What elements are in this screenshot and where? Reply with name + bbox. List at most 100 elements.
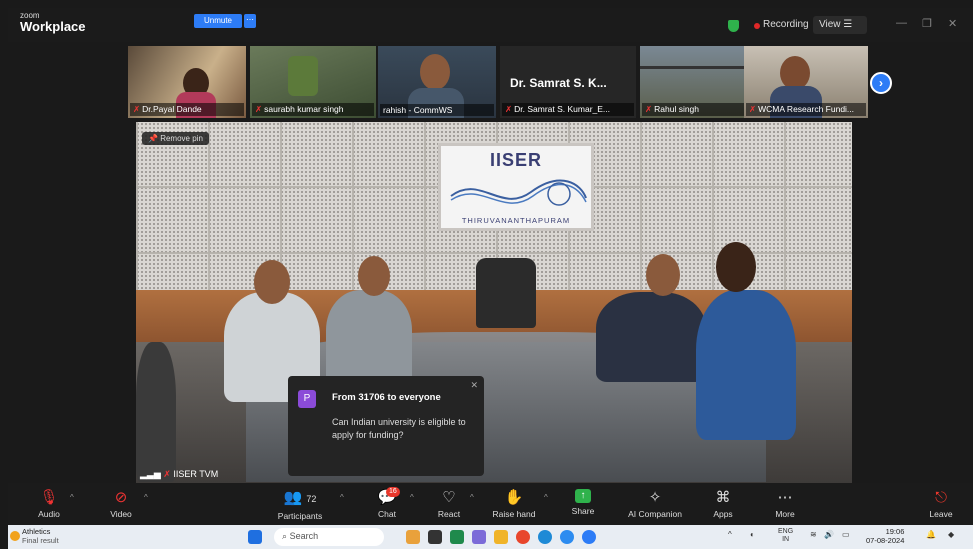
person (326, 290, 412, 390)
zoom-window: zoom Workplace Recording View ☰ — ❐ ✕ ✗ D… (8, 8, 973, 549)
search-icon: ⌕ (282, 531, 288, 541)
person-head (716, 242, 756, 292)
clock-time: 19:06 (885, 527, 905, 536)
video-off-icon: ⊘ (114, 489, 128, 506)
participant-name: Dr.Payal Dande (142, 104, 202, 114)
search-box[interactable]: ⌕ Search (274, 528, 384, 546)
meeting-toolbar: 🎙 Audio ^ ⊘ Video ^ 👥 72 Participants ^ … (8, 483, 973, 525)
react-options-caret[interactable]: ^ (470, 493, 474, 502)
remove-pin-button[interactable]: 📌 Remove pin (142, 132, 209, 145)
volume-icon[interactable]: 🔊 (824, 530, 834, 539)
logo-subtitle: THIRUVANANTHAPURAM (461, 216, 571, 225)
mic-muted-icon: ✗ (749, 104, 757, 114)
recording-label[interactable]: Recording (763, 19, 809, 30)
task-view-icon[interactable] (428, 530, 442, 544)
teams-icon[interactable] (472, 530, 486, 544)
leave-button[interactable]: ⎋ Leave (926, 489, 956, 519)
participant-tile[interactable]: ✗ saurabh kumar singh (250, 46, 376, 118)
share-screen-icon: ↑ (575, 489, 591, 503)
react-label: React (437, 509, 461, 519)
restore-button[interactable]: ❐ (922, 17, 932, 30)
language-indicator[interactable]: ENG IN (778, 528, 793, 544)
chevron-right-icon: › (879, 76, 883, 90)
brand-name: Workplace (20, 19, 86, 34)
apps-button[interactable]: ⌘ Apps (708, 489, 738, 519)
participant-tile[interactable]: ✗ Rahul singh (640, 46, 758, 118)
close-icon[interactable]: ✕ (470, 380, 478, 391)
raise-hand-button[interactable]: ✋ Raise hand (486, 489, 542, 519)
chat-badge: 16 (386, 487, 400, 497)
app-brand: zoom Workplace (20, 12, 86, 34)
widget-icon[interactable] (406, 530, 420, 544)
participants-icon: 👥 72 (283, 489, 317, 506)
view-label: View (819, 19, 841, 30)
file-explorer-icon[interactable] (494, 530, 508, 544)
participant-name: saurabh kumar singh (264, 104, 344, 114)
close-button[interactable]: ✕ (948, 17, 957, 30)
raise-hand-options-caret[interactable]: ^ (544, 493, 548, 502)
share-label: Share (571, 506, 595, 516)
clock[interactable]: 19:06 07-08-2024 (866, 527, 904, 545)
view-button[interactable]: View ☰ (813, 16, 867, 34)
recording-dot-icon (754, 23, 760, 29)
minimize-button[interactable]: — (896, 17, 907, 29)
participant-tile[interactable]: ✗ Dr.Payal Dande (128, 46, 246, 118)
ai-companion-label: AI Companion (628, 509, 682, 519)
mic-muted-icon: ✗ (645, 104, 653, 114)
chat-options-caret[interactable]: ^ (410, 493, 414, 502)
person-head (358, 256, 390, 296)
participant-tile[interactable]: Dr. Samrat S. K... ✗ Dr. Samrat S. Kumar_… (500, 46, 636, 118)
copilot-icon[interactable]: ◆ (948, 530, 954, 539)
view-grid-icon: ☰ (843, 19, 853, 30)
tray-app-icon[interactable]: ◐ (750, 530, 755, 539)
sparkle-icon: ✧ (648, 489, 662, 506)
chrome-icon[interactable] (560, 530, 574, 544)
participants-options-caret[interactable]: ^ (340, 493, 344, 502)
participants-count: 72 (306, 494, 317, 504)
participant-name: Dr. Samrat S. Kumar_E... (514, 104, 611, 114)
participant-name-tag: ✗ Dr.Payal Dande (130, 103, 244, 116)
weather-sub: Final result (22, 536, 59, 545)
battery-icon[interactable]: ▭ (842, 530, 850, 539)
person (696, 290, 796, 440)
more-button[interactable]: ⋯ More (770, 489, 800, 519)
video-button[interactable]: ⊘ Video (104, 489, 138, 519)
main-video[interactable]: IISER THIRUVANANTHAPURAM 📌 Remove pin ▂▃… (136, 122, 852, 483)
next-page-button[interactable]: › (870, 72, 892, 94)
chat-button[interactable]: 💬 16 Chat (370, 487, 404, 519)
participant-name-tag: rahish - CommWS (380, 104, 494, 116)
weather-widget[interactable]: Athletics Final result (22, 527, 59, 545)
wifi-icon[interactable]: ≋ (810, 530, 817, 539)
notification-bell-icon[interactable]: 🔔 (926, 530, 936, 539)
leave-label: Leave (929, 509, 953, 519)
main-speaker-tag: ▂▃▅ ✗ IISER TVM (140, 469, 218, 480)
react-button[interactable]: ♡ React (432, 489, 466, 519)
participant-tile[interactable]: rahish - CommWS (378, 46, 496, 118)
video-options-caret[interactable]: ^ (144, 493, 148, 502)
tray-overflow-icon[interactable]: ^ (728, 530, 732, 539)
unmute-button[interactable]: Unmute (194, 14, 242, 28)
audio-button[interactable]: 🎙 Audio (32, 489, 66, 519)
shield-icon[interactable] (728, 20, 739, 32)
start-icon[interactable] (248, 530, 262, 544)
windows-taskbar: Athletics Final result ⌕ Search ^ ◐ ENG … (8, 525, 973, 549)
chat-label: Chat (378, 509, 396, 519)
participant-strip: ✗ Dr.Payal Dande ✗ saurabh kumar singh rah… (128, 46, 868, 118)
participants-button[interactable]: 👥 72 Participants (272, 489, 328, 521)
audio-options-caret[interactable]: ^ (70, 493, 74, 502)
heart-icon: ♡ (442, 489, 456, 506)
participant-name: WCMA Research Fundi... (758, 104, 855, 114)
participant-tile[interactable]: ✗ WCMA Research Fundi... (744, 46, 868, 118)
weather-title: Athletics (22, 527, 51, 536)
chat-notification[interactable]: P From 31706 to everyone Can Indian univ… (288, 376, 484, 476)
app-icon[interactable] (516, 530, 530, 544)
video-label: Video (110, 509, 132, 519)
meet-icon[interactable] (450, 530, 464, 544)
ai-companion-button[interactable]: ✧ AI Companion (620, 489, 690, 519)
sender-avatar: P (298, 390, 316, 408)
edge-icon[interactable] (538, 530, 552, 544)
unmute-more-button[interactable]: ⋯ (244, 14, 256, 28)
title-bar: zoom Workplace Recording View ☰ — ❐ ✕ (8, 8, 973, 42)
share-button[interactable]: ↑ Share (566, 489, 600, 516)
zoom-app-icon[interactable] (582, 530, 596, 544)
